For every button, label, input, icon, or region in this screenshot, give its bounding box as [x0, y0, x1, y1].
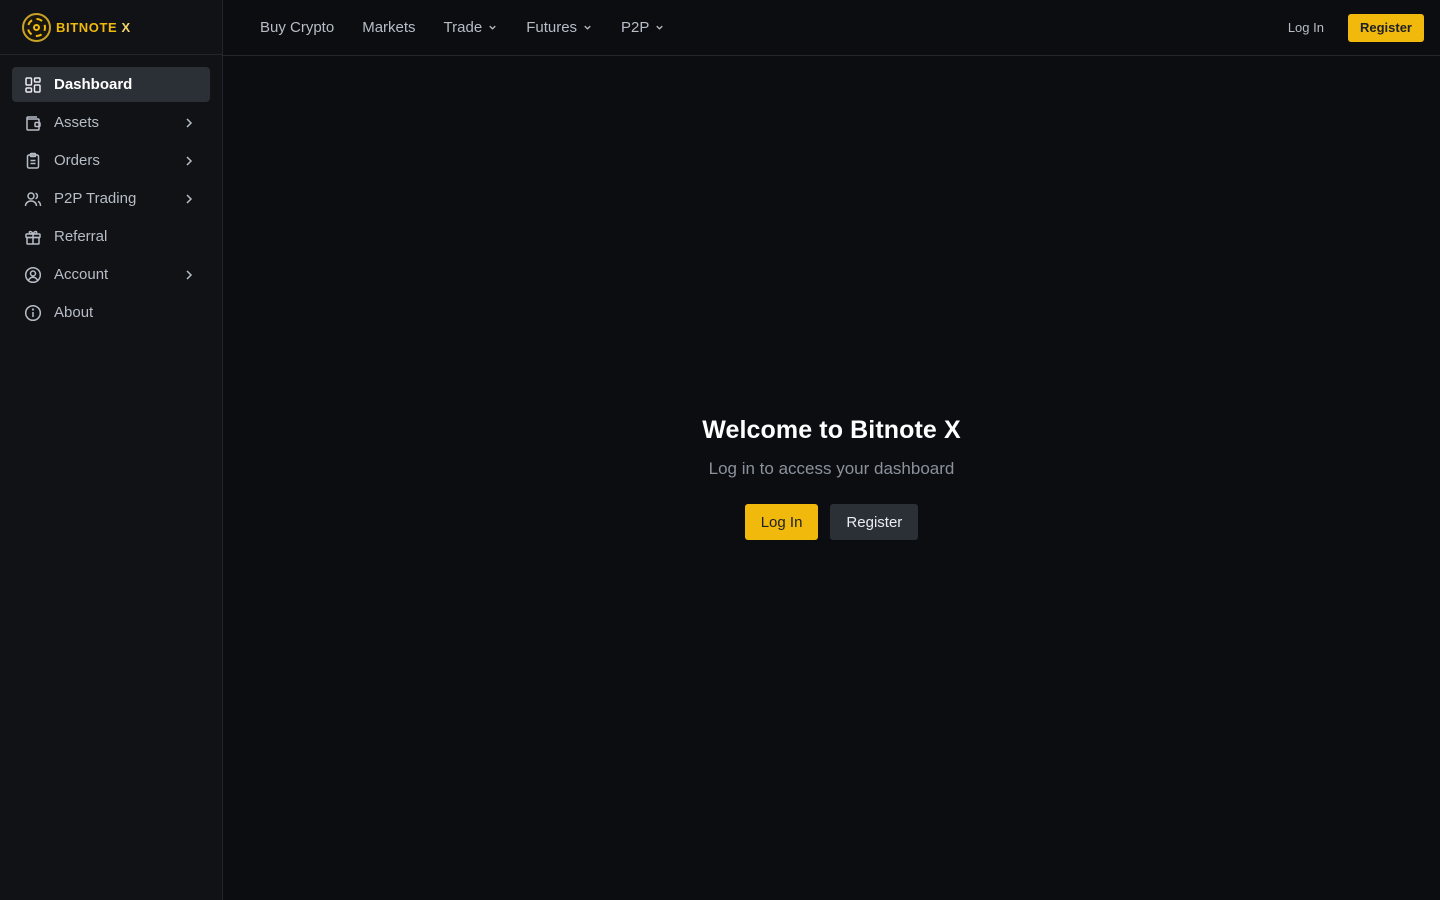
- topnav-markets[interactable]: Markets: [362, 19, 415, 36]
- sidebar-nav: Dashboard Assets Orders P2P Trading Refe…: [0, 55, 222, 330]
- sidebar-item-about[interactable]: About: [12, 295, 210, 330]
- topnav-label: Trade: [443, 19, 483, 36]
- gift-icon: [24, 228, 42, 246]
- sidebar-item-label: About: [54, 304, 94, 321]
- chevron-right-icon: [182, 116, 196, 130]
- chevron-down-icon: [654, 22, 665, 33]
- topnav-futures[interactable]: Futures: [526, 19, 593, 36]
- sidebar-item-label: P2P Trading: [54, 190, 137, 207]
- topnav-buy-crypto[interactable]: Buy Crypto: [260, 19, 334, 36]
- sidebar-item-label: Dashboard: [54, 76, 133, 93]
- user-circle-icon: [24, 266, 42, 284]
- sidebar-item-assets[interactable]: Assets: [12, 105, 210, 140]
- topnav-trade[interactable]: Trade: [444, 19, 499, 36]
- coin-logo-icon: [22, 12, 51, 42]
- users-icon: [24, 190, 42, 208]
- sidebar-item-referral[interactable]: Referral: [12, 219, 210, 254]
- topnav-label: Markets: [362, 19, 416, 36]
- sidebar-item-dashboard[interactable]: Dashboard: [12, 67, 210, 102]
- dashboard-icon: [24, 76, 42, 94]
- chevron-down-icon: [582, 22, 593, 33]
- clipboard-icon: [24, 152, 42, 170]
- brand-logo[interactable]: BITNOTE X: [0, 0, 222, 55]
- sidebar-item-label: Account: [54, 266, 109, 283]
- top-login-link[interactable]: Log In: [1288, 20, 1324, 35]
- chevron-right-icon: [182, 154, 196, 168]
- topnav-label: Buy Crypto: [260, 19, 335, 36]
- wallet-icon: [24, 114, 42, 132]
- top-bar: Buy Crypto Markets Trade Futures P2P Log…: [223, 0, 1440, 56]
- register-button[interactable]: Register: [830, 504, 919, 540]
- welcome-subtitle: Log in to access your dashboard: [708, 459, 955, 478]
- info-icon: [24, 304, 42, 322]
- sidebar-item-label: Referral: [54, 228, 108, 245]
- welcome-panel: Welcome to Bitnote X Log in to access yo…: [223, 416, 1440, 540]
- sidebar-item-label: Orders: [54, 152, 100, 169]
- top-register-button[interactable]: Register: [1347, 13, 1424, 42]
- top-nav: Buy Crypto Markets Trade Futures P2P: [260, 19, 1288, 36]
- sidebar-item-account[interactable]: Account: [12, 257, 210, 292]
- sidebar: BITNOTE X Dashboard Assets Orders P2P Tr…: [0, 0, 223, 900]
- chevron-right-icon: [182, 192, 196, 206]
- sidebar-item-p2p-trading[interactable]: P2P Trading: [12, 181, 210, 216]
- welcome-actions: Log In Register: [223, 504, 1440, 540]
- topnav-p2p[interactable]: P2P: [621, 19, 665, 36]
- topnav-label: P2P: [621, 19, 650, 36]
- welcome-title: Welcome to Bitnote X: [702, 416, 961, 444]
- chevron-down-icon: [487, 22, 498, 33]
- sidebar-item-orders[interactable]: Orders: [12, 143, 210, 178]
- chevron-right-icon: [182, 268, 196, 282]
- sidebar-item-label: Assets: [54, 114, 100, 131]
- brand-name: BITNOTE X: [56, 19, 131, 35]
- login-button[interactable]: Log In: [744, 504, 819, 540]
- main-content: Welcome to Bitnote X Log in to access yo…: [223, 56, 1440, 900]
- topnav-label: Futures: [526, 19, 578, 36]
